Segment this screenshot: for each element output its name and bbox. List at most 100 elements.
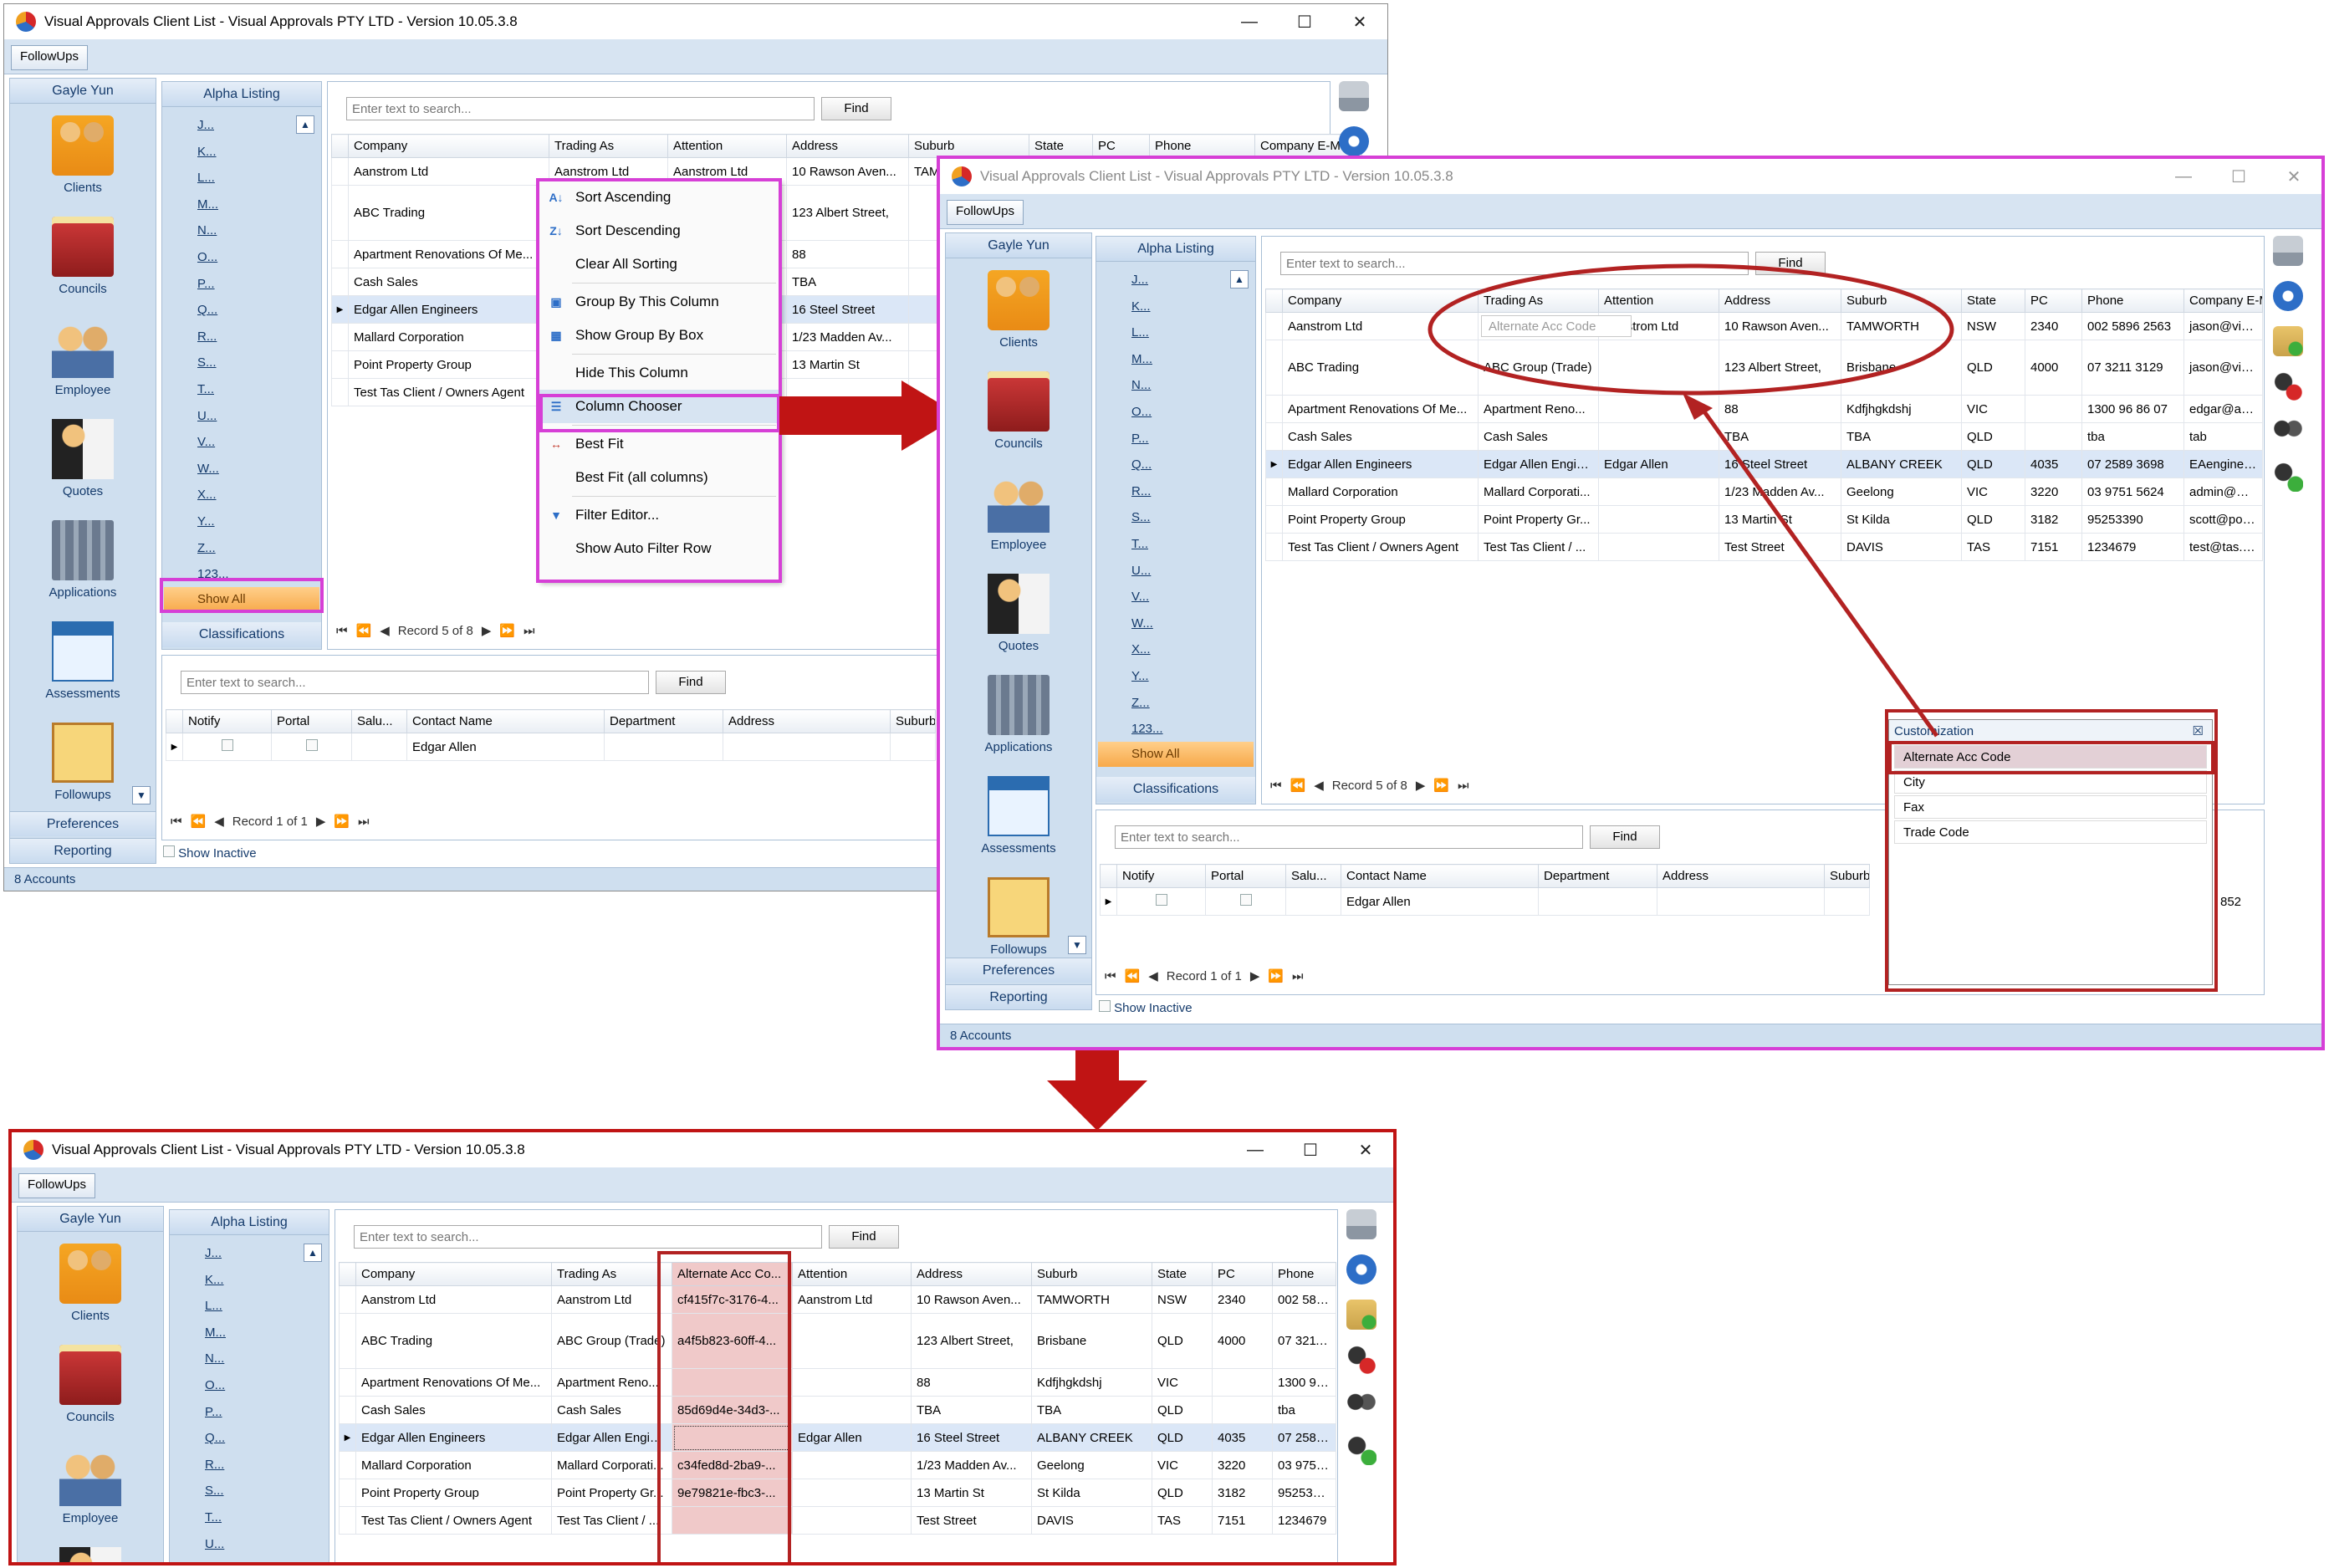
alpha-letter[interactable]: V... [162, 429, 321, 456]
nav-item-councils[interactable]: Councils [10, 217, 156, 296]
prev-page-icon[interactable]: ⏪ [191, 814, 207, 829]
alpha-letter[interactable]: R... [1096, 478, 1255, 505]
next-record-icon[interactable]: ▶ [1416, 778, 1426, 793]
show-all-button[interactable]: Show All [1098, 742, 1254, 767]
table-row[interactable]: Mallard Corporation Mallard Corporati... 1… [1265, 478, 2263, 506]
column-header[interactable]: Contact Name [1341, 864, 1539, 888]
print-icon[interactable] [1339, 81, 1369, 111]
column-header[interactable]: Trading As [549, 134, 668, 158]
nav-preferences[interactable]: Preferences [10, 811, 156, 836]
table-row[interactable]: Aanstrom Ltd Aanstrom Ltd cf415f7c-3176-4.… [339, 1285, 1336, 1314]
alpha-letter[interactable]: V... [170, 1557, 329, 1562]
show-inactive-toggle[interactable]: Show Inactive [163, 845, 257, 861]
column-header[interactable]: PC [1212, 1262, 1273, 1286]
nav-item-councils[interactable]: Councils [946, 371, 1091, 451]
followups-menu-button[interactable]: FollowUps [947, 200, 1024, 225]
followups-menu-button[interactable]: FollowUps [18, 1173, 96, 1198]
user-group-icon[interactable] [1346, 1390, 1376, 1420]
add-client-icon[interactable] [2273, 326, 2303, 356]
minimize-button[interactable]: — [2156, 167, 2211, 186]
client-find-button[interactable]: Find [821, 97, 891, 120]
next-page-icon[interactable]: ⏩ [334, 814, 350, 829]
close-button[interactable]: ✕ [1332, 12, 1387, 33]
alpha-letter[interactable]: T... [170, 1504, 329, 1531]
next-record-icon[interactable]: ▶ [482, 623, 492, 638]
column-header[interactable]: Department [1538, 864, 1657, 888]
column-header[interactable]: Company E-Mail [2183, 289, 2263, 313]
add-user-icon[interactable] [1346, 1435, 1376, 1465]
table-row[interactable]: ▶ Edgar Allen [1100, 887, 1870, 916]
alpha-letter[interactable]: Z... [1096, 690, 1255, 717]
alpha-letter[interactable]: S... [162, 350, 321, 376]
column-header[interactable]: Address [1719, 289, 1841, 313]
close-button[interactable]: ✕ [2266, 166, 2321, 187]
alpha-letter[interactable]: Q... [162, 297, 321, 324]
table-row[interactable]: ABC Trading ABC Group (Trade) a4f5b823-60f… [339, 1313, 1336, 1369]
record-navigator[interactable]: ⏮ ⏪ ◀ Record 5 of 8 ▶ ⏩ ⏭ [336, 619, 535, 642]
client-search-input[interactable] [346, 97, 815, 120]
alpha-letter[interactable]: J... [162, 112, 321, 139]
alpha-letter[interactable]: O... [162, 244, 321, 271]
next-page-icon[interactable]: ⏩ [499, 623, 515, 638]
column-header[interactable]: PC [2025, 289, 2082, 313]
alpha-letter[interactable]: W... [1096, 610, 1255, 637]
contact-record-navigator[interactable]: ⏮ ⏪ ◀ Record 1 of 1 ▶ ⏩ ⏭ [1105, 964, 1304, 988]
nav-reporting[interactable]: Reporting [946, 984, 1091, 1009]
show-inactive-checkbox[interactable] [163, 845, 175, 857]
record-navigator[interactable]: ⏮ ⏪ ◀ Record 5 of 8 ▶ ⏩ ⏭ [1270, 774, 1469, 797]
show-inactive-checkbox[interactable] [1099, 1000, 1111, 1012]
nav-item-employee[interactable]: Employee [18, 1446, 163, 1525]
table-row[interactable]: Apartment Renovations Of Me... Apartment … [339, 1368, 1336, 1397]
contact-find-button[interactable]: Find [656, 671, 726, 694]
alpha-letter[interactable]: V... [1096, 584, 1255, 610]
last-record-icon[interactable]: ⏭ [1458, 779, 1469, 793]
alpha-letter[interactable]: W... [162, 456, 321, 483]
alpha-letter[interactable]: U... [170, 1531, 329, 1558]
column-header[interactable]: Company [348, 134, 549, 158]
print-icon[interactable] [2273, 236, 2303, 266]
column-header[interactable]: Company [1282, 289, 1479, 313]
column-header[interactable]: Attention [1598, 289, 1719, 313]
alpha-letter[interactable]: P... [1096, 426, 1255, 452]
alpha-letter[interactable]: T... [162, 376, 321, 403]
table-row[interactable]: ▶ Edgar Allen [166, 733, 936, 761]
table-row[interactable]: Point Property Group Point Property Gr...… [1265, 505, 2263, 534]
nav-item-employee[interactable]: Employee [946, 472, 1091, 552]
alpha-letter[interactable]: L... [170, 1293, 329, 1320]
contact-find-button[interactable]: Find [1590, 825, 1660, 849]
column-header[interactable]: Notify [182, 709, 272, 733]
table-row-selected[interactable]: ▶ Edgar Allen Engineers Edgar Allen Engin… [339, 1423, 1336, 1452]
nav-item-clients[interactable]: Clients [10, 115, 156, 195]
close-button[interactable]: ✕ [1338, 1140, 1393, 1161]
column-header[interactable]: Phone [1272, 1262, 1336, 1286]
next-page-icon[interactable]: ⏩ [1433, 778, 1449, 793]
alpha-letter[interactable]: R... [170, 1452, 329, 1479]
nav-item-applications[interactable]: Applications [946, 675, 1091, 754]
column-header[interactable]: Trading As [551, 1262, 672, 1286]
alpha-letter[interactable]: M... [170, 1320, 329, 1346]
gear-icon[interactable] [1346, 1254, 1376, 1285]
nav-item-quotes[interactable]: Quotes [946, 574, 1091, 653]
table-row[interactable]: Mallard Corporation Mallard Corporati... c… [339, 1451, 1336, 1479]
nav-item-quotes[interactable]: Quotes [10, 419, 156, 498]
alpha-letter[interactable]: U... [1096, 558, 1255, 585]
notify-checkbox[interactable] [1155, 894, 1167, 906]
prev-page-icon[interactable]: ⏪ [1125, 968, 1141, 983]
table-row[interactable]: Test Tas Client / Owners Agent Test Tas C… [339, 1506, 1336, 1535]
alpha-letter[interactable]: M... [1096, 346, 1255, 373]
alpha-letter[interactable]: Q... [170, 1425, 329, 1452]
first-record-icon[interactable]: ⏮ [1270, 779, 1282, 793]
last-record-icon[interactable]: ⏭ [358, 815, 370, 829]
last-record-icon[interactable]: ⏭ [524, 624, 535, 638]
alpha-letter[interactable]: M... [162, 192, 321, 218]
client-find-button[interactable]: Find [829, 1225, 899, 1249]
alpha-letter[interactable]: K... [170, 1267, 329, 1294]
classifications-button[interactable]: Classifications [162, 622, 321, 647]
alpha-letter[interactable]: P... [162, 271, 321, 298]
column-header[interactable]: Contact Name [406, 709, 605, 733]
alpha-letter[interactable]: N... [162, 217, 321, 244]
prev-record-icon[interactable]: ◀ [380, 623, 390, 638]
contact-record-navigator[interactable]: ⏮ ⏪ ◀ Record 1 of 1 ▶ ⏩ ⏭ [171, 810, 370, 833]
column-header[interactable]: Portal [271, 709, 352, 733]
contact-search-input[interactable] [1115, 825, 1583, 849]
